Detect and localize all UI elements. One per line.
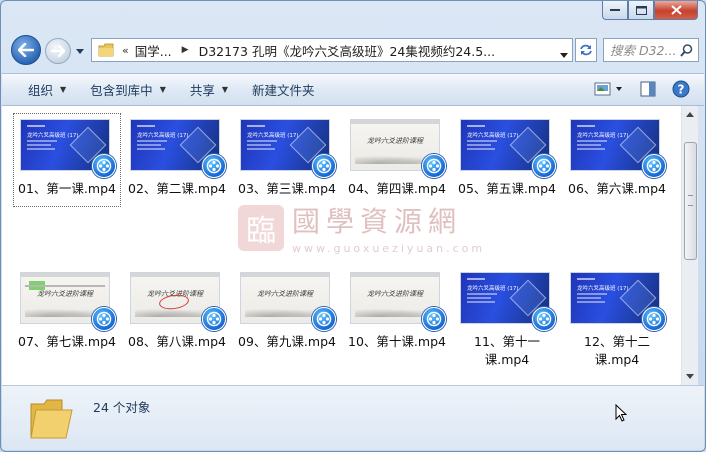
close-button[interactable] [654,1,698,20]
address-dropdown-icon[interactable] [560,46,568,61]
minimize-button[interactable] [602,1,628,20]
breadcrumb-parent[interactable]: 国学... [135,41,172,60]
file-name: 11、第十一课.mp4 [474,334,540,367]
folder-icon [98,43,118,57]
chevron-up-icon [686,112,694,117]
file-name: 07、第七课.mp4 [18,334,116,349]
close-icon [670,5,682,15]
chevron-down-icon [686,374,694,379]
file-name: 09、第九课.mp4 [238,334,336,349]
forward-arrow-icon [51,45,65,57]
chevron-down-icon [76,48,84,54]
command-bar: 组织 ▼ 包含到库中 ▼ 共享 ▼ 新建文件夹 ? [2,73,704,106]
chevron-down-icon: ▼ [159,85,166,94]
caption-buttons [602,1,698,20]
file-item[interactable]: 龙吟六爻进阶课程 09、第九课.mp4 [232,265,342,385]
address-overflow-chevron[interactable]: « [122,44,129,57]
breadcrumb-separator-icon[interactable]: ▶ [182,45,189,55]
file-item[interactable]: 龙吟六爻高级班 (17) 03、第三课.mp4 [232,112,342,265]
video-file-icon [202,307,226,331]
maximize-icon [635,5,647,15]
item-count: 24 个对象 [93,400,151,415]
search-box[interactable] [603,38,699,62]
file-name: 01、第一课.mp4 [18,181,116,196]
video-file-icon [422,154,446,178]
video-file-icon [422,307,446,331]
maximize-button[interactable] [628,1,654,20]
forward-button[interactable] [45,38,71,64]
folder-icon [28,396,74,445]
view-options-button[interactable] [594,81,624,97]
file-grid: 龙吟六爻高级班 (17) 01、第一课.mp4 龙吟六爻高级班 (17) 02、第二课… [12,112,672,385]
file-item[interactable]: 龙吟六爻进阶课程 08、第八课.mp4 [122,265,232,385]
explorer-window: « 国学... ▶ D32173 孔明《龙吟六爻高级班》24集视频约24.5..… [0,0,706,452]
video-file-icon [642,307,666,331]
new-folder-button[interactable]: 新建文件夹 [240,74,327,105]
refresh-icon [580,44,592,56]
mouse-cursor-icon [615,403,628,425]
organize-label: 组织 [28,83,54,98]
scrollbar-thumb[interactable] [684,142,697,260]
video-file-icon [532,154,556,178]
share-label: 共享 [189,83,215,98]
address-bar[interactable]: « 国学... ▶ D32173 孔明《龙吟六爻高级班》24集视频约24.5..… [91,38,573,62]
video-file-icon [92,154,116,178]
file-name: 05、第五课.mp4 [458,181,556,196]
video-file-icon [92,307,116,331]
file-name: 12、第十二课.mp4 [584,334,650,367]
video-file-icon [202,154,226,178]
view-options-icon [594,82,622,96]
include-in-library-label: 包含到库中 [90,83,153,98]
navigation-bar: « 国学... ▶ D32173 孔明《龙吟六爻高级班》24集视频约24.5..… [9,35,699,65]
file-name: 03、第三课.mp4 [238,181,336,196]
file-name: 10、第十课.mp4 [348,334,446,349]
scroll-up-button[interactable] [682,106,698,123]
file-item[interactable]: 龙吟六爻进阶课程 07、第七课.mp4 [12,265,122,385]
file-item[interactable]: 龙吟六爻高级班 (17) 01、第一课.mp4 [12,112,122,265]
back-arrow-icon [18,43,34,57]
video-file-icon [312,307,336,331]
minimize-icon [610,9,620,11]
search-icon[interactable] [680,44,693,60]
video-file-icon [532,307,556,331]
chevron-down-icon: ▼ [60,85,67,94]
organize-menu[interactable]: 组织 ▼ [2,74,78,105]
file-name: 06、第六课.mp4 [568,181,666,196]
file-item[interactable]: 龙吟六爻高级班 (17) 05、第五课.mp4 [452,112,562,265]
scroll-down-button[interactable] [682,368,698,385]
new-folder-label: 新建文件夹 [252,83,315,98]
toolbar-right-group: ? [594,80,690,98]
search-input[interactable] [610,42,676,58]
video-file-icon [642,154,666,178]
details-pane: 24 个对象 [2,385,704,450]
file-name: 02、第二课.mp4 [128,181,226,196]
breadcrumb-current[interactable]: D32173 孔明《龙吟六爻高级班》24集视频约24.5... [199,41,496,60]
file-item[interactable]: 龙吟六爻进阶课程 04、第四课.mp4 [342,112,452,265]
file-item[interactable]: 龙吟六爻进阶课程 10、第十课.mp4 [342,265,452,385]
help-button[interactable]: ? [672,80,690,98]
help-icon: ? [672,80,690,98]
preview-pane-button[interactable] [640,81,656,97]
file-item[interactable]: 龙吟六爻高级班 (17) 11、第十一课.mp4 [452,265,562,385]
file-name: 08、第八课.mp4 [128,334,226,349]
back-button[interactable] [11,35,41,65]
chevron-down-icon: ▼ [221,85,229,94]
file-name: 04、第四课.mp4 [348,181,446,196]
recent-pages-button[interactable] [74,45,86,57]
share-menu[interactable]: 共享 ▼ [178,74,240,105]
svg-text:?: ? [678,83,685,97]
file-item[interactable]: 龙吟六爻高级班 (17) 12、第十二课.mp4 [562,265,672,385]
video-file-icon [312,154,336,178]
file-item[interactable]: 龙吟六爻高级班 (17) 02、第二课.mp4 [122,112,232,265]
preview-pane-icon [640,81,656,97]
file-list-view[interactable]: 龙吟六爻高级班 (17) 01、第一课.mp4 龙吟六爻高级班 (17) 02、第二课… [2,106,681,385]
refresh-button[interactable] [575,38,597,62]
include-in-library-menu[interactable]: 包含到库中 ▼ [78,74,178,105]
file-item[interactable]: 龙吟六爻高级班 (17) 06、第六课.mp4 [562,112,672,265]
vertical-scrollbar[interactable] [681,106,698,385]
